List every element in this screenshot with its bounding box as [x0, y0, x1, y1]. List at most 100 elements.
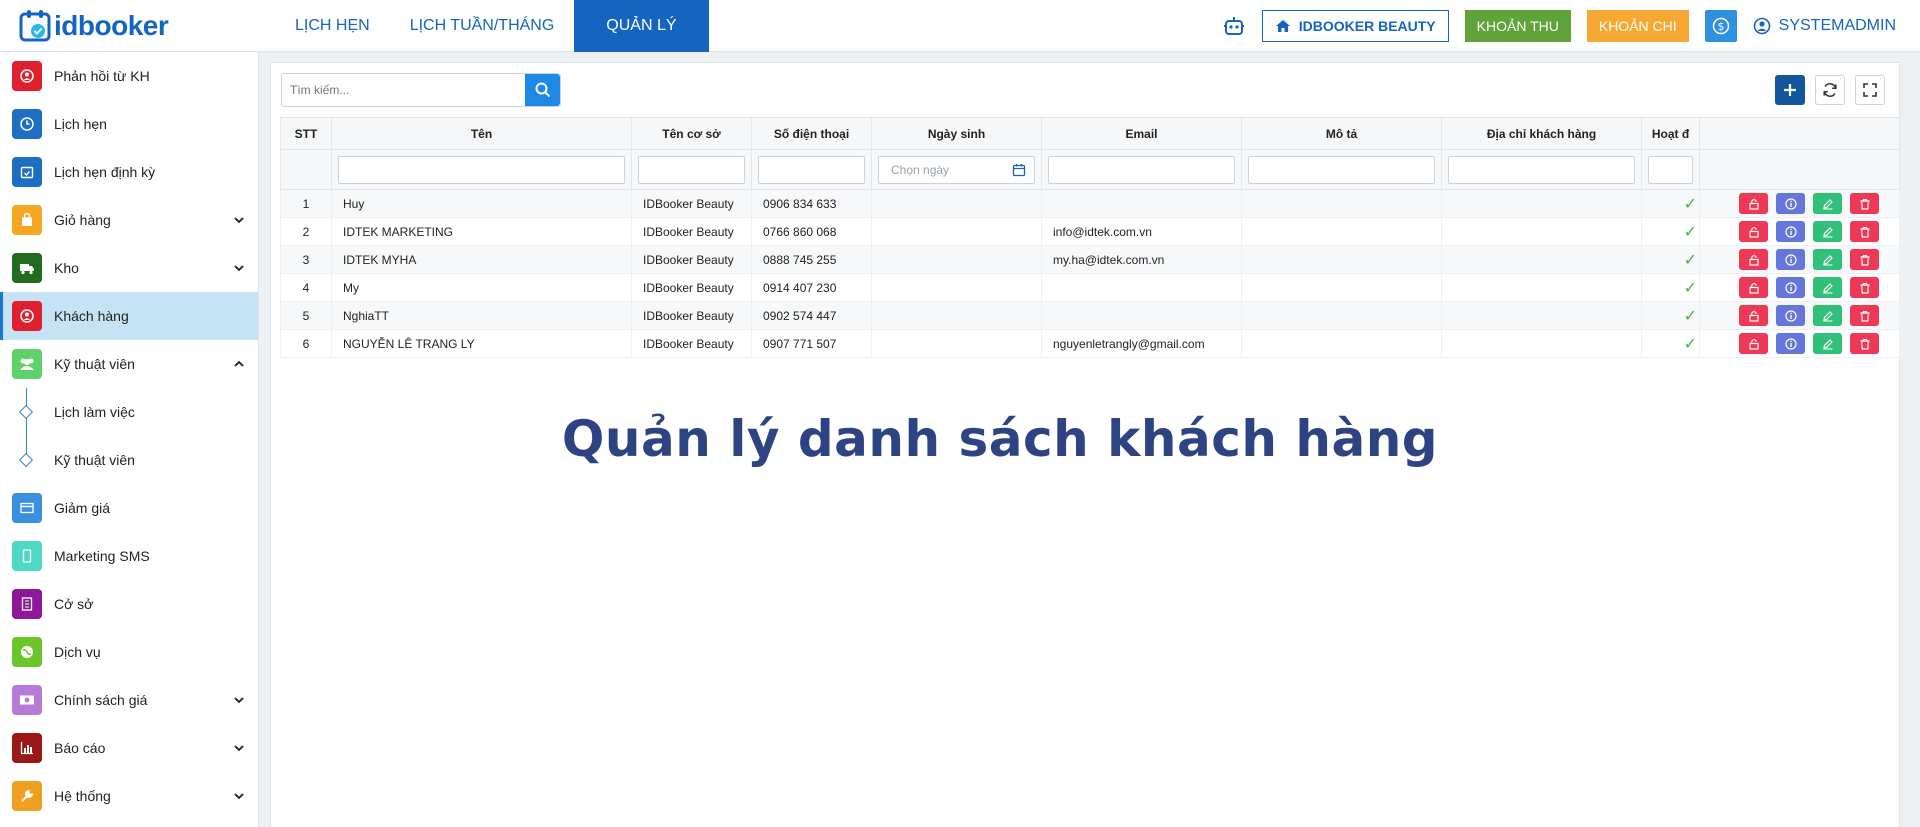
sidebar-item-khach-hang[interactable]: Khách hàng: [0, 292, 258, 340]
sidebar-item-gio-hang[interactable]: Giỏ hàng: [0, 196, 258, 244]
delete-button[interactable]: [1850, 333, 1879, 354]
expense-button[interactable]: KHOẢN CHI: [1586, 10, 1689, 42]
delete-button[interactable]: [1850, 249, 1879, 270]
sidebar-subitem-lich-lam-viec[interactable]: Lịch làm việc: [0, 388, 258, 436]
top-bar: idbooker LỊCH HẸN LỊCH TUẦN/THÁNG QUẢN L…: [0, 0, 1920, 52]
filter-dob-datepicker[interactable]: Chọn ngày: [878, 155, 1035, 184]
column-header-branch[interactable]: Tên cơ sở: [631, 117, 752, 150]
delete-button[interactable]: [1850, 193, 1879, 214]
sidebar-item-kho[interactable]: Kho: [0, 244, 258, 292]
logo[interactable]: idbooker: [18, 7, 169, 45]
income-button[interactable]: KHOẢN THU: [1464, 10, 1571, 42]
user-circle-icon: [12, 301, 42, 331]
column-header-active[interactable]: Hoạt đ: [1641, 117, 1700, 150]
table-row[interactable]: 2 IDTEK MARKETING IDBooker Beauty 0766 8…: [280, 217, 1900, 246]
edit-button[interactable]: [1813, 221, 1842, 242]
sidebar-item-he-thong[interactable]: Hệ thống: [0, 772, 258, 820]
trash-icon: [1860, 198, 1869, 210]
edit-button[interactable]: [1813, 249, 1842, 270]
delete-button[interactable]: [1850, 221, 1879, 242]
page-title: Quản lý danh sách khách hàng: [561, 410, 1439, 468]
sidebar-item-bao-cao[interactable]: Báo cáo: [0, 724, 258, 772]
chevron-down-icon[interactable]: [232, 213, 246, 227]
chevron-down-icon[interactable]: [232, 741, 246, 755]
wrench-icon: [12, 781, 42, 811]
tab-lich-hen[interactable]: LỊCH HẸN: [275, 0, 390, 52]
edit-button[interactable]: [1813, 333, 1842, 354]
mobile-icon: [12, 541, 42, 571]
lock-button[interactable]: [1739, 221, 1768, 242]
column-header-name[interactable]: Tên: [331, 117, 632, 150]
column-header-phone[interactable]: Số điện thoại: [751, 117, 872, 150]
info-button[interactable]: [1776, 221, 1805, 242]
info-button[interactable]: [1776, 277, 1805, 298]
column-header-address[interactable]: Địa chỉ khách hàng: [1441, 117, 1642, 150]
filter-address-input[interactable]: [1448, 155, 1635, 184]
info-button[interactable]: [1776, 305, 1805, 326]
lock-button[interactable]: [1739, 277, 1768, 298]
column-header-stt[interactable]: STT: [280, 117, 332, 150]
chevron-down-icon[interactable]: [232, 693, 246, 707]
edit-button[interactable]: [1813, 193, 1842, 214]
filter-email-input[interactable]: [1048, 155, 1235, 184]
chevron-down-icon[interactable]: [232, 261, 246, 275]
search-button[interactable]: [525, 74, 560, 106]
tab-lich-tuan-thang[interactable]: LỊCH TUẦN/THÁNG: [390, 0, 575, 52]
filter-description-input[interactable]: [1248, 155, 1435, 184]
sidebar-item-dich-vu[interactable]: Dịch vụ: [0, 628, 258, 676]
sidebar-item-lich-hen[interactable]: Lịch hẹn: [0, 100, 258, 148]
cell-email: [1041, 273, 1242, 302]
refresh-button[interactable]: [1815, 75, 1845, 105]
sidebar-item-marketing-sms[interactable]: Marketing SMS: [0, 532, 258, 580]
table-row[interactable]: 3 IDTEK MYHA IDBooker Beauty 0888 745 25…: [280, 245, 1900, 274]
cash-button[interactable]: $: [1704, 10, 1737, 42]
cell-dob: [871, 217, 1042, 246]
table-row[interactable]: 1 Huy IDBooker Beauty 0906 834 633 ✓: [280, 189, 1900, 218]
filter-phone-input[interactable]: [758, 155, 865, 184]
sidebar-item-chinh-sach-gia[interactable]: Chính sách giá: [0, 676, 258, 724]
cell-phone: 0914 407 230: [751, 273, 872, 302]
cell-actions: [1699, 245, 1900, 274]
sidebar-subitem-ky-thuat-vien[interactable]: Kỹ thuật viên: [0, 436, 258, 484]
delete-button[interactable]: [1850, 277, 1879, 298]
filter-active-input[interactable]: [1648, 155, 1693, 184]
tab-quan-ly[interactable]: QUẢN LÝ: [574, 0, 709, 52]
filter-branch-input[interactable]: [638, 155, 745, 184]
column-header-dob[interactable]: Ngày sinh: [871, 117, 1042, 150]
column-header-email[interactable]: Email: [1041, 117, 1242, 150]
lock-button[interactable]: [1739, 333, 1768, 354]
sidebar-item-phan-hoi[interactable]: Phản hồi từ KH: [0, 52, 258, 100]
sidebar-item-co-so[interactable]: Cở sở: [0, 580, 258, 628]
cell-actions: [1699, 189, 1900, 218]
info-button[interactable]: [1776, 193, 1805, 214]
info-button[interactable]: [1776, 249, 1805, 270]
chevron-up-icon[interactable]: [232, 357, 246, 371]
edit-button[interactable]: [1813, 305, 1842, 326]
calendar-check-icon: [12, 157, 42, 187]
lock-button[interactable]: [1739, 249, 1768, 270]
info-button[interactable]: [1776, 333, 1805, 354]
filter-name-input[interactable]: [338, 155, 625, 184]
sidebar-item-ky-thuat-vien[interactable]: Kỹ thuật viên: [0, 340, 258, 388]
home-icon: [1275, 20, 1290, 32]
search-input[interactable]: [282, 74, 525, 106]
robot-icon[interactable]: [1222, 14, 1246, 38]
cell-name: Huy: [331, 189, 632, 218]
sidebar-item-lich-hen-dinh-ky[interactable]: Lịch hẹn định kỳ: [0, 148, 258, 196]
table-row[interactable]: 5 NghiaTT IDBooker Beauty 0902 574 447 ✓: [280, 301, 1900, 330]
shopping-bag-icon: [12, 205, 42, 235]
lock-button[interactable]: [1739, 305, 1768, 326]
delete-button[interactable]: [1850, 305, 1879, 326]
sidebar-item-giam-gia[interactable]: Giảm giá: [0, 484, 258, 532]
table-row[interactable]: 4 My IDBooker Beauty 0914 407 230 ✓: [280, 273, 1900, 302]
info-icon: [1784, 253, 1797, 266]
lock-button[interactable]: [1739, 193, 1768, 214]
table-row[interactable]: 6 NGUYỄN LÊ TRANG LY IDBooker Beauty 090…: [280, 329, 1900, 358]
column-header-description[interactable]: Mô tả: [1241, 117, 1442, 150]
fullscreen-button[interactable]: [1855, 75, 1885, 105]
add-button[interactable]: [1775, 75, 1805, 105]
chevron-down-icon[interactable]: [232, 789, 246, 803]
edit-button[interactable]: [1813, 277, 1842, 298]
branch-button[interactable]: IDBOOKER BEAUTY: [1261, 10, 1449, 42]
user-menu[interactable]: SYSTEMADMIN: [1753, 17, 1896, 35]
